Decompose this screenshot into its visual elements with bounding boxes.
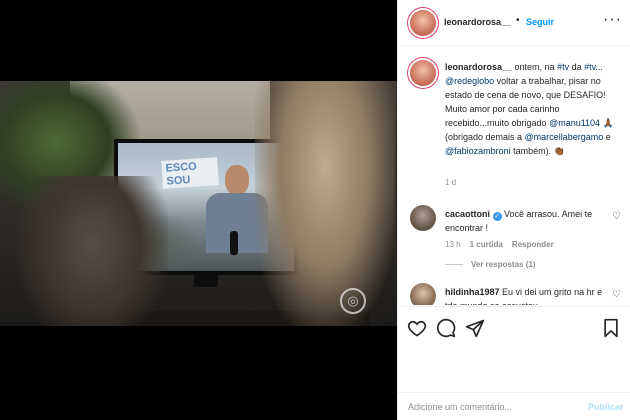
commenter-username[interactable]: hildinha1987 [445, 287, 500, 297]
post-header: leonardorosa__ • Seguir ··· [398, 0, 630, 46]
video-frame[interactable]: ESCO SOU ◎ [0, 81, 397, 326]
comment-text: cacaottoni ✓ Você arrasou. Amei te encon… [445, 207, 610, 235]
author-username[interactable]: leonardorosa__ [444, 17, 511, 27]
comment-like-heart-icon[interactable]: ♡ [612, 289, 621, 300]
author-avatar[interactable] [410, 10, 436, 36]
blurred-person-right [255, 81, 395, 326]
comment-like-heart-icon[interactable]: ♡ [612, 211, 621, 222]
post-side-panel: leonardorosa__ • Seguir ··· leonardorosa… [397, 0, 630, 420]
comment-timestamp[interactable]: 13 h [445, 240, 461, 249]
follow-button[interactable]: Seguir [526, 17, 554, 27]
view-replies-label: Ver respostas (1) [471, 260, 536, 269]
caption-segment: e [603, 132, 611, 142]
comment-text: hildinha1987 Eu vi dei um grito na hr e … [445, 285, 610, 305]
replies-divider [445, 264, 463, 266]
reporter-microphone [230, 231, 238, 255]
header-separator: • [516, 15, 520, 26]
caption-timestamp[interactable]: 1 d [445, 178, 456, 187]
caption-segment: também). [510, 146, 554, 156]
commenter-username[interactable]: cacaottoni [445, 209, 490, 219]
caption-username[interactable]: leonardorosa__ [445, 62, 512, 72]
add-comment-bar: Publicar [398, 392, 630, 420]
clapping-emoji: 👏🏾 [553, 146, 565, 156]
bookmark-icon[interactable] [601, 318, 621, 338]
commenter-avatar[interactable] [410, 205, 436, 231]
commenter-avatar[interactable] [410, 283, 436, 305]
caption-segment: (obrigado demais a [445, 132, 525, 142]
comment-icon[interactable] [436, 318, 456, 338]
hashtag-tv[interactable]: #tv [557, 62, 569, 72]
verified-badge-icon: ✓ [492, 212, 502, 221]
caption-segment: da [569, 62, 585, 72]
reporter-head [225, 165, 249, 195]
ellipsis-icon[interactable]: ··· [603, 11, 622, 29]
globoplay-logo-icon: ◎ [340, 288, 366, 314]
hashtag-tv-2[interactable]: #tv... [584, 62, 603, 72]
comment-likes-count[interactable]: 1 curtida [470, 240, 503, 249]
caption-segment: ontem, na [512, 62, 558, 72]
blurred-person-left [18, 176, 168, 326]
comments-list[interactable]: cacaottoni ✓ Você arrasou. Amei te encon… [398, 193, 630, 305]
mention-redeglobo[interactable]: @redeglobo [445, 76, 494, 86]
caption-author-avatar[interactable] [410, 60, 436, 86]
caption-text: leonardorosa__ ontem, na #tv da #tv... @… [445, 60, 623, 158]
comment-input[interactable] [408, 399, 568, 415]
post-action-bar [398, 306, 630, 350]
mention-manu[interactable]: @manu1104 [549, 118, 600, 128]
heart-icon[interactable] [407, 318, 427, 338]
mention-fabio[interactable]: @fabiozambroni [445, 146, 511, 156]
comment-meta: 13 h 1 curtida Responder [445, 240, 563, 249]
post-media[interactable]: ESCO SOU ◎ [0, 0, 397, 420]
paper-plane-icon[interactable] [465, 318, 485, 338]
mention-marcella[interactable]: @marcellabergamo [525, 132, 604, 142]
view-replies-button[interactable]: Ver respostas (1) [445, 260, 535, 269]
reply-button[interactable]: Responder [512, 240, 554, 249]
praying-hands-emoji: 🙏🏾 [602, 118, 614, 128]
post-comment-button[interactable]: Publicar [588, 402, 624, 412]
tv-stand [194, 275, 218, 287]
